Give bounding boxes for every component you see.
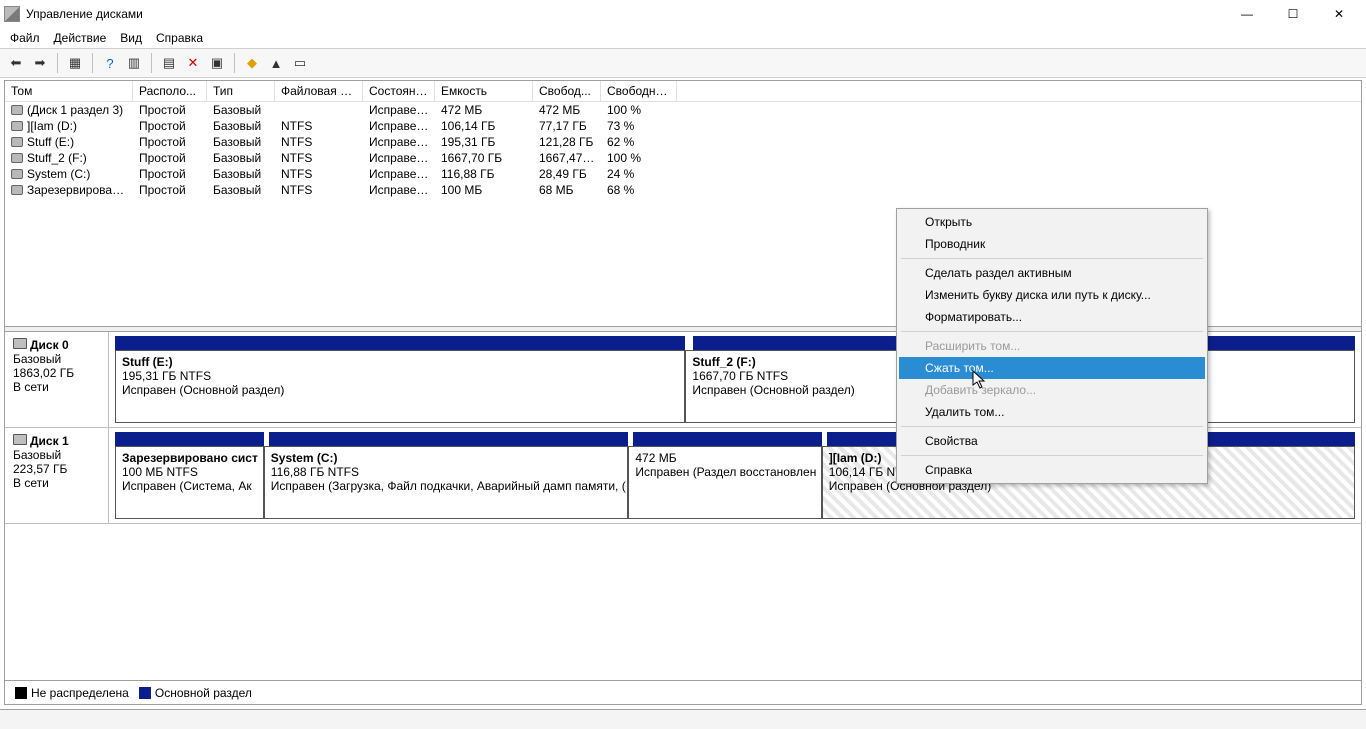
disk-info-0[interactable]: Диск 0 Базовый 1863,02 ГБ В сети	[5, 332, 109, 427]
volume-list-header: Том Располо... Тип Файловая с... Состоян…	[5, 81, 1361, 102]
disk-icon	[13, 434, 27, 445]
partition-recovery[interactable]: 472 МБ Исправен (Раздел восстановлен	[628, 446, 821, 519]
col-type[interactable]: Тип	[207, 81, 275, 101]
volume-row[interactable]: Stuff (E:)ПростойБазовыйNTFSИсправен...1…	[5, 134, 1361, 150]
cm-format[interactable]: Форматировать...	[899, 306, 1205, 328]
toolbar: ⬅ ➡ ▦ ? ▥ ▤ ✕ ▣ ◆ ▲ ▭	[0, 48, 1366, 78]
legend-primary-swatch	[139, 687, 151, 699]
minimize-button[interactable]: —	[1224, 0, 1270, 28]
partition-system-c[interactable]: System (C:) 116,88 ГБ NTFS Исправен (Заг…	[264, 446, 629, 519]
col-fs[interactable]: Файловая с...	[275, 81, 363, 101]
menu-action[interactable]: Действие	[54, 31, 107, 45]
col-capacity[interactable]: Емкость	[435, 81, 533, 101]
new-icon[interactable]: ◆	[242, 53, 262, 73]
help-icon[interactable]: ?	[100, 53, 120, 73]
titlebar: Управление дисками — ☐ ✕	[0, 0, 1366, 28]
menu-help[interactable]: Справка	[156, 31, 203, 45]
settings-icon[interactable]: ▥	[124, 53, 144, 73]
volume-icon	[11, 185, 23, 195]
cm-change-letter[interactable]: Изменить букву диска или путь к диску...	[899, 284, 1205, 306]
app-icon	[4, 6, 20, 22]
col-volume[interactable]: Том	[5, 81, 133, 101]
maximize-button[interactable]: ☐	[1270, 0, 1316, 28]
menu-view[interactable]: Вид	[120, 31, 142, 45]
volume-row[interactable]: ][Iam (D:)ПростойБазовыйNTFSИсправен...1…	[5, 118, 1361, 134]
menu-file[interactable]: Файл	[10, 31, 40, 45]
cm-help[interactable]: Справка	[899, 459, 1205, 481]
cm-shrink[interactable]: Сжать том...	[899, 357, 1205, 379]
partition-reserved[interactable]: Зарезервировано сист 100 МБ NTFS Исправе…	[115, 446, 264, 519]
context-menu: Открыть Проводник Сделать раздел активны…	[896, 208, 1208, 484]
statusbar	[0, 709, 1366, 729]
cm-props[interactable]: Свойства	[899, 430, 1205, 452]
volume-icon	[11, 153, 23, 163]
col-status[interactable]: Состояние	[363, 81, 435, 101]
volume-icon	[11, 105, 23, 115]
forward-icon[interactable]: ➡	[30, 53, 50, 73]
back-icon[interactable]: ⬅	[6, 53, 26, 73]
volume-row[interactable]: Stuff_2 (F:)ПростойБазовыйNTFSИсправен..…	[5, 150, 1361, 166]
volume-icon	[11, 169, 23, 179]
partition-stuff-e[interactable]: Stuff (E:) 195,31 ГБ NTFS Исправен (Осно…	[115, 350, 685, 423]
cm-open[interactable]: Открыть	[899, 211, 1205, 233]
col-percent[interactable]: Свободно %	[601, 81, 677, 101]
cm-extend: Расширить том...	[899, 335, 1205, 357]
task-icon[interactable]: ▲	[266, 53, 286, 73]
list-icon[interactable]: ▦	[65, 53, 85, 73]
cm-explorer[interactable]: Проводник	[899, 233, 1205, 255]
refresh-icon[interactable]: ▤	[159, 53, 179, 73]
close-button[interactable]: ✕	[1316, 0, 1362, 28]
col-free[interactable]: Свобод...	[533, 81, 601, 101]
volume-icon	[11, 121, 23, 131]
menubar: Файл Действие Вид Справка	[0, 28, 1366, 48]
delete-icon[interactable]: ✕	[183, 53, 203, 73]
volume-row[interactable]: (Диск 1 раздел 3)ПростойБазовыйИсправен.…	[5, 102, 1361, 118]
volume-row[interactable]: System (C:)ПростойБазовыйNTFSИсправен...…	[5, 166, 1361, 182]
legend-unalloc-swatch	[15, 687, 27, 699]
cm-mirror: Добавить зеркало...	[899, 379, 1205, 401]
col-layout[interactable]: Располо...	[133, 81, 207, 101]
view-icon[interactable]: ▭	[290, 53, 310, 73]
cm-make-active[interactable]: Сделать раздел активным	[899, 262, 1205, 284]
disk-icon	[13, 338, 27, 349]
volume-icon	[11, 137, 23, 147]
disk-info-1[interactable]: Диск 1 Базовый 223,57 ГБ В сети	[5, 428, 109, 523]
legend: Не распределена Основной раздел	[5, 680, 1361, 704]
cm-delete[interactable]: Удалить том...	[899, 401, 1205, 423]
window-title: Управление дисками	[26, 7, 1224, 21]
props-icon[interactable]: ▣	[207, 53, 227, 73]
volume-row[interactable]: Зарезервировано...ПростойБазовыйNTFSИспр…	[5, 182, 1361, 198]
